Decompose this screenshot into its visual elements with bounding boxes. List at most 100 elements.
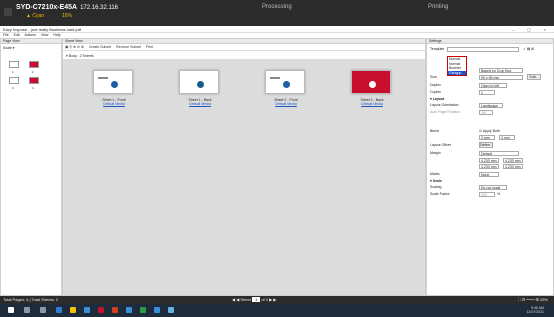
sheet-toolbar: ▣ ⎘ ⊕ ⊖ ⊞ Create Subset Remove Subset Pr… (63, 44, 425, 51)
page-num-1: 1 (12, 70, 14, 74)
settings-title: Settings (427, 39, 553, 44)
page-num-3: 3 (12, 86, 14, 90)
page-num-4: 4 (32, 86, 34, 90)
edit-button[interactable]: Edit... (527, 74, 541, 80)
page-thumb-1[interactable] (9, 61, 19, 68)
page-scale-select[interactable]: Scale ▾ (3, 46, 59, 50)
template-label: Template (430, 47, 445, 51)
window-controls[interactable]: – ◻ × (512, 26, 552, 33)
windows-taskbar: 9:46 AM 12/07/2021 (0, 304, 554, 317)
margin-input[interactable]: 4.233 mm (479, 164, 499, 169)
menu-view[interactable]: View (41, 33, 49, 37)
body-label[interactable]: ▾ Body : 2 Sheets (66, 54, 425, 58)
offset-label: Layout Offset (430, 143, 451, 147)
scaling-select[interactable]: Do not scale (479, 185, 507, 190)
card-front (93, 70, 133, 94)
page-thumb-4[interactable] (29, 77, 39, 84)
apply-both-checkbox[interactable]: ☑ Apply Both (479, 129, 500, 133)
mail-icon[interactable] (84, 307, 90, 313)
logo-icon (369, 81, 376, 88)
sheet-view-panel: Sheet View ▣ ⎘ ⊕ ⊖ ⊞ Create Subset Remov… (62, 38, 426, 296)
media-link[interactable]: Default Media (71, 102, 157, 106)
media-link[interactable]: Default Media (329, 102, 415, 106)
sheet-navigator[interactable]: ◀ ◀ Sheet 1 of 2 ▶ ▶ (232, 296, 276, 304)
size-select[interactable]: 90 x 55 mm (479, 75, 523, 80)
printer-ip: 172.16.32.116 (80, 5, 119, 11)
margin-label: Margin (430, 151, 441, 155)
sheet-2-back[interactable]: Sheet 2 - Back Default Media (329, 62, 415, 122)
sheet-1-front[interactable]: Sheet 1 - Front Default Media (71, 62, 157, 122)
logo-icon (283, 81, 290, 88)
orientation-select[interactable]: Landscape (479, 103, 503, 108)
margin-input[interactable]: 4.233 mm (503, 164, 523, 169)
margin-input[interactable]: 4.233 mm (503, 158, 523, 163)
auto-rotation-select[interactable]: Off (479, 110, 493, 115)
define-button[interactable]: Define... (479, 142, 493, 148)
scale-factor-input[interactable]: 100 (479, 192, 495, 197)
card-back (179, 70, 219, 94)
page-thumb-3[interactable] (9, 77, 19, 84)
copies-input[interactable]: 1 (479, 90, 495, 95)
template-select[interactable] (447, 47, 519, 52)
printer-name: SYD-C7210x-E45A 172.16.32.116 (16, 4, 119, 11)
menu-actions[interactable]: Actions (24, 33, 35, 37)
create-subset-button[interactable]: Create Subset (89, 45, 111, 49)
window-title: Eazy Inspose - (not really Business card… (3, 27, 82, 32)
sheet-2-front[interactable]: Sheet 2 - Front Default Media (243, 62, 329, 122)
menu-help[interactable]: Help (53, 33, 60, 37)
bleed-input-a[interactable]: 3 mm (479, 135, 495, 140)
media-link[interactable]: Default Media (157, 102, 243, 106)
tool-icons[interactable]: ▣ ⎘ ⊕ ⊖ ⊞ (65, 45, 84, 49)
printing-label: Printing (428, 4, 449, 10)
system-tray[interactable]: 9:46 AM 12/07/2021 (526, 306, 544, 314)
margin-select[interactable]: Default (479, 151, 519, 156)
task-view-icon[interactable] (40, 307, 46, 313)
app-icon[interactable] (126, 307, 132, 313)
search-icon[interactable] (24, 307, 30, 313)
menu-file[interactable]: File (3, 33, 9, 37)
scaling-label: Scaling (430, 185, 442, 189)
scale-section[interactable]: ▾ Scale (430, 179, 442, 183)
window-titlebar: Eazy Inspose - (not really Business card… (0, 26, 554, 33)
printer-status-bar: SYD-C7210x-E45A 172.16.32.116 ▲ Cyan 16% … (0, 0, 554, 26)
layout-select[interactable]: Based on Crop Box (479, 68, 523, 73)
app-icon[interactable] (154, 307, 160, 313)
edge-icon[interactable] (56, 307, 62, 313)
settings-panel: Settings Template ✓ ▤ ⊞ Based on Crop Bo… (426, 38, 554, 296)
card-text (98, 77, 108, 79)
pdf-icon[interactable] (98, 307, 104, 313)
app-icon[interactable] (140, 307, 146, 313)
card-front (265, 70, 305, 94)
explorer-icon[interactable] (70, 307, 76, 313)
sheet-1-back[interactable]: Sheet 1 - Back Default Media (157, 62, 243, 122)
margin-input[interactable]: 4.233 mm (479, 158, 499, 163)
template-dropdown[interactable]: Normal Normal Booklet Gangup (447, 56, 467, 76)
eazy-impose-icon[interactable] (168, 307, 174, 313)
page-thumb-2[interactable] (29, 61, 39, 68)
template-icons[interactable]: ✓ ▤ ⊞ (523, 47, 534, 51)
sheet-number-input[interactable]: 1 (251, 297, 261, 302)
zoom-control[interactable]: ⛶ ⊟ ━━ ⊞ 25% (518, 296, 548, 304)
zoom-level: 25% (539, 297, 548, 302)
duplex-select[interactable]: Open to left (479, 83, 507, 88)
menu-edit[interactable]: Edit (14, 33, 20, 37)
page-view-title: Page View (1, 39, 61, 44)
start-icon[interactable] (8, 307, 14, 313)
remove-subset-button[interactable]: Remove Subset (116, 45, 141, 49)
print-button[interactable]: Print (146, 45, 153, 49)
bleed-label: Bleed (430, 129, 439, 133)
scale-factor-unit: % (497, 192, 501, 196)
processing-label: Processing (262, 4, 292, 10)
template-option-selected[interactable]: Gangup (448, 70, 466, 75)
marks-label: Marks (430, 172, 440, 176)
marks-select[interactable]: None (479, 172, 499, 177)
sheet-canvas: Sheet 1 - Front Default Media Sheet 1 - B… (63, 59, 425, 295)
office-icon[interactable] (112, 307, 118, 313)
bleed-input-b[interactable]: 3 mm (499, 135, 515, 140)
page-num-2: 2 (32, 70, 34, 74)
media-link[interactable]: Default Media (243, 102, 329, 106)
orientation-label: Layout Orientation (430, 103, 459, 107)
status-bar: Total Pages: 4 | Total Sheets: 2 ◀ ◀ She… (0, 296, 554, 304)
layout-section[interactable]: ▾ Layout (430, 97, 444, 101)
menu-icon[interactable] (4, 8, 12, 16)
